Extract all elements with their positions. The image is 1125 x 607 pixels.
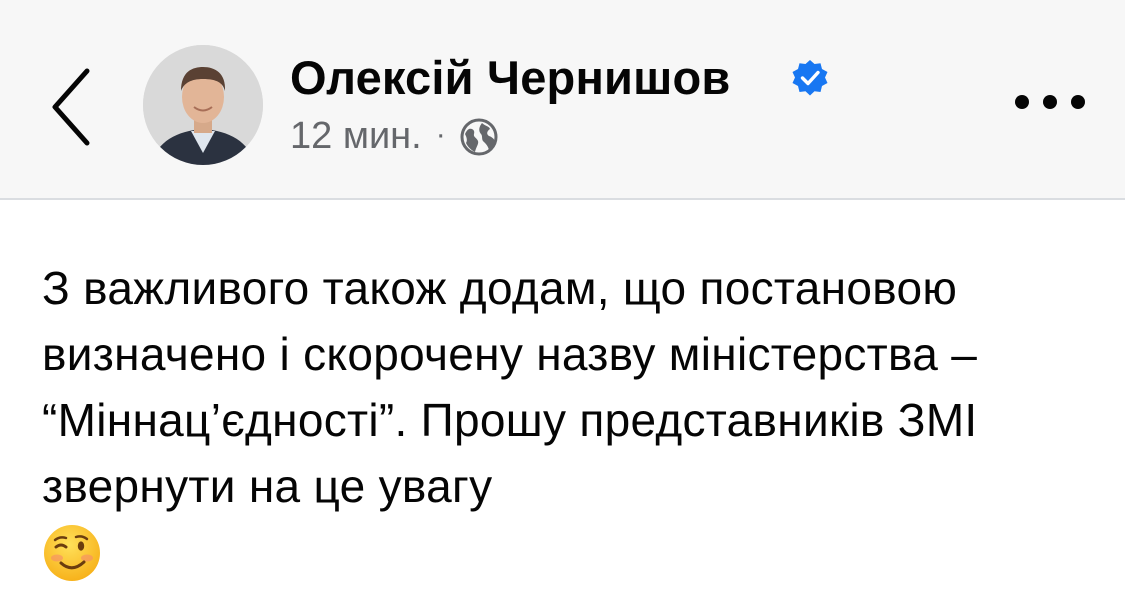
globe-icon[interactable] xyxy=(459,117,499,157)
more-dots-icon xyxy=(1015,95,1029,109)
avatar-image xyxy=(143,45,263,165)
avatar[interactable] xyxy=(143,45,263,165)
post-text: З важливого також додам, що постановою в… xyxy=(42,262,978,512)
verified-badge-icon xyxy=(792,60,828,96)
post-time[interactable]: 12 мин. xyxy=(290,115,422,158)
more-options-button[interactable] xyxy=(1015,82,1085,122)
author-name[interactable]: Олексій Чернишов xyxy=(290,50,731,105)
post-meta: 12 мин. · xyxy=(290,115,499,158)
chevron-left-icon xyxy=(52,68,90,146)
post-header: Олексій Чернишов 12 мин. · xyxy=(0,0,1125,200)
more-dots-icon xyxy=(1071,95,1085,109)
meta-separator: · xyxy=(435,117,446,151)
winking-face-emoji xyxy=(44,525,100,581)
back-button[interactable] xyxy=(44,62,98,152)
more-dots-icon xyxy=(1043,95,1057,109)
